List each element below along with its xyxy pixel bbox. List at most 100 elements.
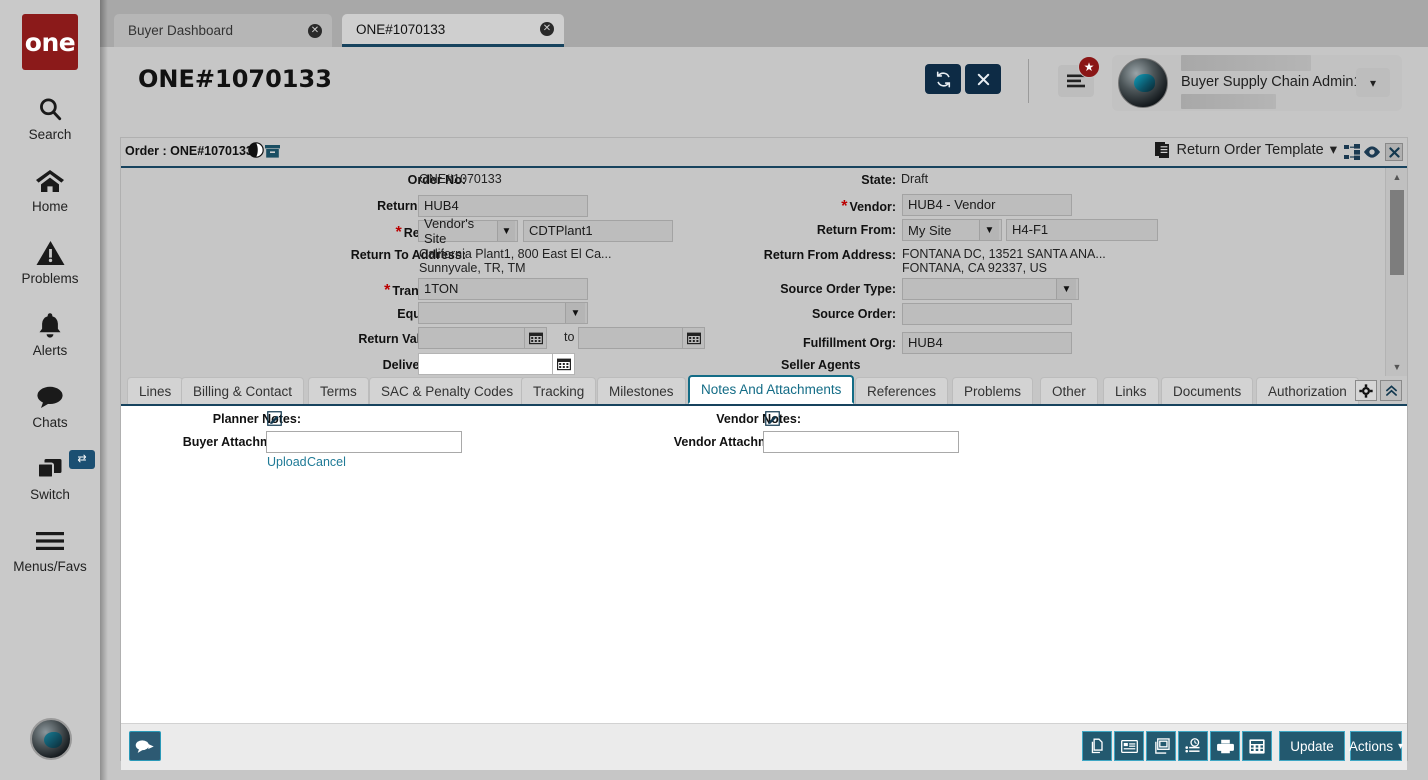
tab-sac-penalty-codes[interactable]: SAC & Penalty Codes [369, 377, 525, 404]
fulfillment-org-label: Fulfillment Org: [803, 336, 896, 350]
state-label: State: [861, 173, 896, 187]
swap-arrows-icon[interactable]: ⇄ [69, 450, 95, 469]
tab-tracking[interactable]: Tracking [521, 377, 596, 404]
returning-org-input[interactable]: HUB4 [418, 195, 588, 217]
actions-button[interactable]: Actions ▾ [1350, 731, 1402, 761]
avatar[interactable] [1118, 58, 1168, 108]
return-valid-date-to-input[interactable] [578, 327, 683, 349]
bell-icon [37, 308, 63, 342]
scroll-up-arrow-icon[interactable]: ▲ [1386, 168, 1407, 186]
close-icon [976, 72, 991, 87]
source-order-type-select[interactable]: ▼ [902, 278, 1079, 300]
tab-notes-and-attachments[interactable]: Notes And Attachments [688, 375, 854, 404]
sidebar-item-problems[interactable]: Problems [0, 236, 100, 286]
sidebar-avatar[interactable] [30, 718, 72, 760]
tab-settings-button[interactable] [1355, 380, 1377, 401]
order-no-value: ONE#1070133 [419, 172, 502, 186]
logo-text: one [25, 28, 75, 57]
globe-icon[interactable] [248, 142, 264, 158]
tab-documents[interactable]: Documents [1161, 377, 1253, 404]
browser-tab-strip: Buyer Dashboard ✕ ONE#1070133 ✕ [100, 0, 1428, 47]
tab-references[interactable]: References [855, 377, 948, 404]
sidebar-item-switch[interactable]: ⇄ Switch [0, 452, 100, 502]
seller-agents-label: Seller Agents [781, 358, 860, 372]
detail-tab-bar: Lines Billing & Contact Terms SAC & Pena… [121, 376, 1407, 406]
copy-button[interactable] [1082, 731, 1112, 761]
card-button[interactable] [1114, 731, 1144, 761]
buyer-attachments-input[interactable] [266, 431, 462, 453]
return-from-address-line2: FONTANA, CA 92337, US [902, 261, 1106, 275]
home-icon [35, 164, 65, 198]
tab-milestones[interactable]: Milestones [597, 377, 686, 404]
calculator-button[interactable] [1242, 731, 1272, 761]
close-icon[interactable]: ✕ [308, 24, 322, 38]
scrollbar-thumb[interactable] [1390, 190, 1404, 275]
return-to-site-input[interactable]: CDTPlant1 [523, 220, 673, 242]
page-title: ONE#1070133 [138, 65, 332, 93]
application-window: one Search Home [0, 0, 1428, 780]
calculator-icon [1249, 739, 1265, 754]
order-panel-footer: Update Actions ▾ [121, 723, 1407, 770]
sidebar-item-home[interactable]: Home [0, 164, 100, 214]
return-to-type-select[interactable]: Vendor's Site ▼ [418, 220, 518, 242]
return-order-template-button[interactable]: Return Order Template ▾ [1155, 141, 1338, 158]
calendar-icon[interactable] [553, 353, 575, 375]
box-icon[interactable] [265, 145, 280, 158]
tab-other[interactable]: Other [1040, 377, 1098, 404]
tab-authorization[interactable]: Authorization [1256, 377, 1359, 404]
scroll-down-arrow-icon[interactable]: ▼ [1386, 358, 1407, 376]
delivery-date-input[interactable] [418, 353, 553, 375]
field-return-from-address-label-row: Return From Address: [671, 248, 896, 262]
print-button[interactable] [1210, 731, 1240, 761]
fulfillment-org-input[interactable]: HUB4 [902, 332, 1072, 354]
tab-terms[interactable]: Terms [308, 377, 369, 404]
panel-close-icon[interactable] [1385, 143, 1403, 161]
hierarchy-icon[interactable] [1343, 143, 1361, 161]
sidebar-item-alerts[interactable]: Alerts [0, 308, 100, 358]
sidebar-shadow [100, 0, 108, 780]
form-scrollbar[interactable]: ▲ ▼ [1385, 168, 1407, 376]
window-copy-button[interactable] [1146, 731, 1176, 761]
tab-billing-contact[interactable]: Billing & Contact [181, 377, 304, 404]
trans-mode-input[interactable]: 1TON [418, 278, 588, 300]
tab-lines[interactable]: Lines [127, 377, 183, 404]
return-valid-date-from-input[interactable] [418, 327, 525, 349]
cancel-link[interactable]: Cancel [307, 455, 346, 469]
update-button[interactable]: Update [1279, 731, 1345, 761]
sidebar-item-chats[interactable]: Chats [0, 380, 100, 430]
collapse-panel-button[interactable] [1380, 380, 1402, 401]
sidebar-label-search: Search [29, 127, 72, 142]
required-marker: * [384, 282, 390, 300]
vendor-input[interactable]: HUB4 - Vendor [902, 194, 1072, 216]
eye-icon[interactable] [1363, 143, 1381, 161]
chat-button[interactable] [129, 731, 161, 761]
browser-tab-order[interactable]: ONE#1070133 ✕ [342, 14, 564, 47]
upload-link[interactable]: Upload [267, 455, 307, 469]
browser-tab-buyer-dashboard[interactable]: Buyer Dashboard ✕ [114, 14, 332, 47]
vendor-attachments-input[interactable] [763, 431, 959, 453]
refresh-button[interactable] [925, 64, 961, 94]
chat-bubble-icon [36, 380, 65, 414]
close-page-button[interactable] [965, 64, 1001, 94]
calendar-icon[interactable] [525, 327, 547, 349]
user-menu-chevron-button[interactable]: ▾ [1356, 68, 1390, 97]
tab-links[interactable]: Links [1103, 377, 1159, 404]
close-icon[interactable]: ✕ [540, 22, 554, 36]
vendor-notes-label: Vendor Notes: [716, 412, 801, 426]
date-range-to-word: to [564, 330, 574, 344]
source-order-input[interactable] [902, 303, 1072, 325]
edit-pencil-icon[interactable] [267, 411, 283, 427]
return-from-address-value: FONTANA DC, 13521 SANTA ANA... FONTANA, … [902, 247, 1106, 275]
edit-pencil-icon[interactable] [765, 411, 781, 427]
return-from-site-input[interactable]: H4-F1 [1006, 219, 1158, 241]
return-from-type-select[interactable]: My Site ▼ [902, 219, 1002, 241]
sidebar-item-search[interactable]: Search [0, 92, 100, 142]
history-button[interactable] [1178, 731, 1208, 761]
gear-icon [1359, 384, 1373, 398]
tab-problems[interactable]: Problems [952, 377, 1033, 404]
return-to-type-value: Vendor's Site [424, 216, 493, 246]
sidebar-item-menus-favs[interactable]: Menus/Favs [0, 524, 100, 574]
return-from-address-line1: FONTANA DC, 13521 SANTA ANA... [902, 247, 1106, 261]
equipment-select[interactable]: ▼ [418, 302, 588, 324]
star-icon[interactable]: ★ [1078, 56, 1100, 78]
